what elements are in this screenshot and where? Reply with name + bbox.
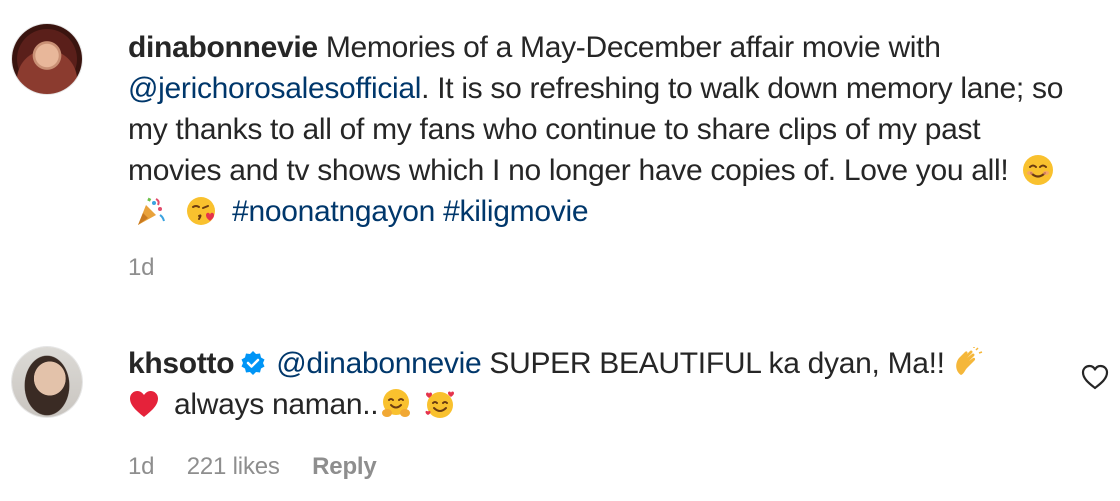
smiling-face-with-hearts-icon [425, 391, 455, 418]
likes-count[interactable]: 221 likes [187, 453, 280, 480]
party-popper-icon [138, 197, 165, 225]
comment: khsotto @dinabonnevie SUPER BEAUTIFUL ka… [0, 325, 1120, 501]
like-heart-icon[interactable] [1080, 363, 1110, 391]
avatar[interactable] [12, 347, 82, 417]
timestamp[interactable]: 1d [128, 254, 154, 281]
red-heart-icon [130, 391, 158, 417]
comment-text: khsotto @dinabonnevie SUPER BEAUTIFUL ka… [128, 343, 1058, 425]
comment-text-part-2: always naman.. [174, 388, 379, 421]
hugging-face-icon [382, 389, 411, 417]
timestamp[interactable]: 1d [128, 453, 154, 480]
caption-text-part-1: Memories of a May-December affair movie … [325, 31, 941, 64]
comment-username[interactable]: khsotto [128, 347, 235, 380]
comment-meta: 1d 221 likes Reply [128, 453, 403, 481]
verified-badge-icon [241, 351, 265, 375]
caption-username[interactable]: dinabonnevie [128, 31, 318, 64]
hashtag-link[interactable]: #kiligmovie [443, 195, 588, 228]
reply-button[interactable]: Reply [312, 453, 377, 480]
face-blowing-kiss-icon [187, 197, 216, 225]
caption-text: dinabonnevie Memories of a May-December … [128, 27, 1068, 232]
caption-meta: 1d [128, 254, 180, 282]
hashtag-link[interactable]: #noonatngayon [232, 195, 435, 228]
avatar[interactable] [12, 24, 82, 94]
clapping-hands-icon [955, 347, 982, 375]
smiling-face-icon [1023, 155, 1054, 185]
caption-mention[interactable]: @jerichorosalesofficial [128, 72, 421, 105]
caption-post: dinabonnevie Memories of a May-December … [0, 0, 1120, 300]
comment-text-part-1: SUPER BEAUTIFUL ka dyan, Ma!! [489, 347, 945, 380]
comment-mention[interactable]: @dinabonnevie [276, 347, 481, 380]
